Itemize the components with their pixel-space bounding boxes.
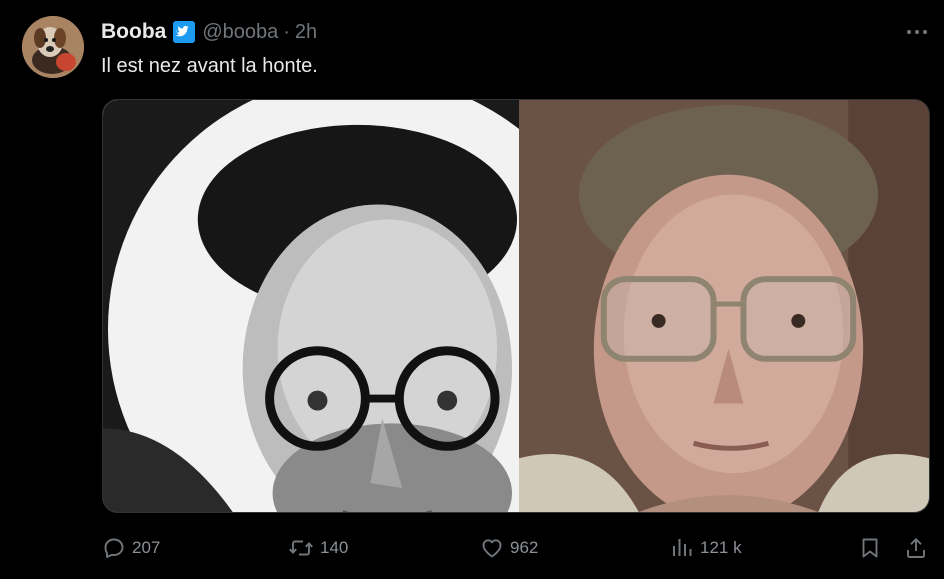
bookmark-button[interactable] [858,534,882,562]
tweet-text: Il est nez avant la honte. [101,55,318,77]
tweet-media[interactable] [102,99,930,513]
avatar[interactable] [22,16,84,78]
dog-avatar-icon [22,16,84,78]
views-button[interactable]: 121 k [670,534,742,562]
more-button[interactable] [902,20,932,44]
tweet-time[interactable]: 2h [295,21,317,44]
retweet-button[interactable]: 140 [288,534,348,562]
display-name[interactable]: Booba [101,20,166,44]
more-dots-icon [907,30,927,34]
like-button[interactable]: 962 [480,534,538,562]
views-icon [673,539,692,556]
retweet-icon [289,540,313,556]
reply-icon [104,538,124,558]
tweet-header: Booba @booba · 2h [101,18,317,46]
user-handle[interactable]: @booba [202,21,278,44]
verified-badge-icon [172,20,196,44]
like-count: 962 [510,538,539,557]
separator-dot: · [283,20,290,43]
right-photo[interactable] [519,100,929,512]
share-icon [907,537,925,558]
reply-button[interactable]: 207 [102,534,160,562]
retweet-count: 140 [320,538,349,557]
reply-count: 207 [132,538,161,557]
tweet-actions: 207 140 962 121 k [0,534,944,562]
share-button[interactable] [904,534,928,562]
views-count: 121 k [700,538,742,557]
bookmark-icon [862,538,878,558]
left-photo[interactable] [103,100,519,512]
heart-icon [482,539,502,558]
